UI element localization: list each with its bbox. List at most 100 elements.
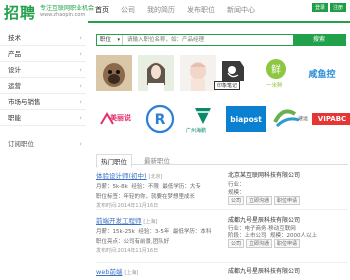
search-input[interactable] xyxy=(127,35,277,45)
logo[interactable]: 招聘 xyxy=(4,2,36,23)
sidebar-item-label: 设计 xyxy=(8,66,21,74)
meilishuo-logo[interactable]: 美丽说 xyxy=(96,102,138,136)
job-title-link[interactable]: 前端开发工程师 xyxy=(96,217,142,225)
chevron-right-icon: › xyxy=(79,66,82,74)
company-logos-row-2: 美丽说 R 广州海鹏 biapost 速运 VIPABC xyxy=(96,102,350,136)
sidebar-item-label: 订阅职位 xyxy=(8,140,34,148)
biapost-logo[interactable]: biapost xyxy=(225,102,267,136)
chevron-right-icon: › xyxy=(79,50,82,58)
nav-news[interactable]: 新闻中心 xyxy=(227,5,255,15)
search-bar: 职位 ▾ 搜索 xyxy=(96,34,346,46)
nav-post-job[interactable]: 发布职位 xyxy=(187,5,215,15)
divider xyxy=(96,262,348,263)
company-name-link[interactable]: 成都九号星辰科技有限公司 xyxy=(228,215,300,224)
company-logos-row-1: 印象笔记 鲜 一米鲜 咸鱼控 xyxy=(208,55,346,91)
job-listing: 体验设计师(初中) [北京] 月薪：5k-8k 经验：不限 最低学历：大专 职位… xyxy=(96,170,348,209)
chevron-right-icon: › xyxy=(79,82,82,90)
job-tag: 职位标签：年轻的你，就要在梦想里成长 xyxy=(96,194,196,200)
suyun-logo-text: 速运 xyxy=(297,116,308,122)
xianyukong-logo-text: 咸鱼控 xyxy=(308,69,336,80)
main-nav: 首页 公司 我的简历 发布职位 新闻中心 xyxy=(95,5,267,15)
company-button[interactable]: 公司 xyxy=(228,239,245,248)
job-actions: 公司 立即沟通 职位申请 xyxy=(228,239,302,248)
vipabc-badge: VIPABC xyxy=(312,113,350,125)
meilishuo-logo-text: 美丽说 xyxy=(110,114,131,122)
job-city: [北京] xyxy=(148,174,163,180)
r-brand-logo[interactable]: R xyxy=(139,102,181,136)
tab-latest-jobs[interactable]: 最新职位 xyxy=(140,154,174,166)
logo-slogan: 专注互联网职业机会 xyxy=(40,5,95,12)
job-listing: web前端 [上海] 成都九号星辰科技有限公司 xyxy=(96,266,348,276)
logo-url: www.zhaopin.com xyxy=(40,12,86,18)
nav-underline xyxy=(88,21,350,23)
company-button[interactable]: 公司 xyxy=(228,196,245,205)
company-name-link[interactable]: 成都九号星辰科技有限公司 xyxy=(228,266,300,275)
evernote-logo[interactable]: 印象笔记 xyxy=(208,55,252,91)
company-name-link[interactable]: 北京某互联网科技有限公司 xyxy=(228,170,300,179)
job-date: 发布时间:2014年11月16日 xyxy=(96,248,159,254)
divider xyxy=(96,209,348,210)
job-city: [上海] xyxy=(124,270,139,276)
category-sidebar: 技术 › 产品 › 设计 › 运营 › 市场与销售 › 职能 › 订阅职位 › xyxy=(0,30,86,152)
chevron-right-icon: › xyxy=(79,140,82,148)
sidebar-item-tech[interactable]: 技术 › xyxy=(0,30,86,46)
job-edu: 最低学历：本科 xyxy=(172,229,212,235)
job-title-link[interactable]: 体验设计师(初中) xyxy=(96,172,147,180)
job-exp: 经验：3-5年 xyxy=(138,229,170,235)
sidebar-item-label: 技术 xyxy=(8,34,21,42)
sidebar-item-product[interactable]: 产品 › xyxy=(0,46,86,62)
sidebar-item-operations[interactable]: 运营 › xyxy=(0,78,86,94)
guangzhou-haipeng-logo-text: 广州海鹏 xyxy=(186,128,207,134)
top-bar: 招聘 专注互联网职业机会 www.zhaopin.com 首页 公司 我的简历 … xyxy=(0,0,350,24)
tab-hot-jobs[interactable]: 热门职位 xyxy=(96,154,132,168)
login-button[interactable]: 登录 xyxy=(311,3,328,12)
yimixian-logo-text: 一米鲜 xyxy=(266,83,283,89)
chevron-down-icon: ▾ xyxy=(117,37,120,43)
company-industry: 行业： xyxy=(228,182,245,188)
job-city: [上海] xyxy=(143,219,158,225)
vipabc-logo-text: VIPABC xyxy=(317,115,347,123)
chevron-right-icon: › xyxy=(79,98,82,106)
job-listing: 前端开发工程师 [上海] 月薪：15k-25k 经验：3-5年 最低学历：本科 … xyxy=(96,215,348,254)
sidebar-item-label: 产品 xyxy=(8,50,21,58)
svg-text:鲜: 鲜 xyxy=(271,63,281,76)
sidebar-item-design[interactable]: 设计 › xyxy=(0,62,86,78)
sidebar-item-marketing[interactable]: 市场与销售 › xyxy=(0,94,86,110)
nav-company[interactable]: 公司 xyxy=(121,5,135,15)
chat-button[interactable]: 立即沟通 xyxy=(246,196,273,205)
chevron-right-icon: › xyxy=(79,34,82,42)
sidebar-item-label: 市场与销售 xyxy=(8,98,41,106)
auth-links: 登录 注册 xyxy=(310,3,346,12)
apply-button[interactable]: 职位申请 xyxy=(274,239,301,248)
job-title-link[interactable]: web前端 xyxy=(96,268,122,276)
xianyukong-logo[interactable]: 咸鱼控 xyxy=(300,55,344,91)
nav-resume[interactable]: 我的简历 xyxy=(147,5,175,15)
yimixian-logo[interactable]: 鲜 一米鲜 xyxy=(254,55,298,91)
apply-button[interactable]: 职位申请 xyxy=(274,196,301,205)
sidebar-item-functions[interactable]: 职能 › xyxy=(0,110,86,126)
sidebar-item-label: 运营 xyxy=(8,82,21,90)
job-actions: 公司 立即沟通 职位申请 xyxy=(228,196,302,205)
search-type-value: 职位 xyxy=(100,37,112,43)
chat-button[interactable]: 立即沟通 xyxy=(246,239,273,248)
woman-photo[interactable] xyxy=(138,55,174,91)
register-button[interactable]: 注册 xyxy=(329,3,346,12)
suyun-logo[interactable]: 速运 xyxy=(268,102,310,136)
search-button[interactable]: 搜索 xyxy=(293,35,345,45)
nav-home[interactable]: 首页 xyxy=(95,5,109,15)
search-type-select[interactable]: 职位 ▾ xyxy=(97,35,123,45)
job-exp: 经验：不限 xyxy=(131,184,159,190)
guangzhou-haipeng-logo[interactable]: 广州海鹏 xyxy=(182,102,224,136)
job-salary: 月薪：15k-25k xyxy=(96,229,135,235)
job-edu: 最低学历：大专 xyxy=(162,184,201,190)
sidebar-item-label: 职能 xyxy=(8,114,21,122)
dog-photo[interactable] xyxy=(96,55,132,91)
company-scale: 规模： xyxy=(228,190,245,196)
vipabc-logo[interactable]: VIPABC xyxy=(311,102,350,136)
svg-text:R: R xyxy=(155,112,166,128)
sidebar-item-subscribe[interactable]: 订阅职位 › xyxy=(0,136,86,152)
job-tabs: 热门职位 最新职位 xyxy=(96,153,348,168)
job-salary: 月薪：5k-8k xyxy=(96,184,128,190)
biapost-badge: biapost xyxy=(226,106,266,132)
featured-photos xyxy=(96,55,222,91)
